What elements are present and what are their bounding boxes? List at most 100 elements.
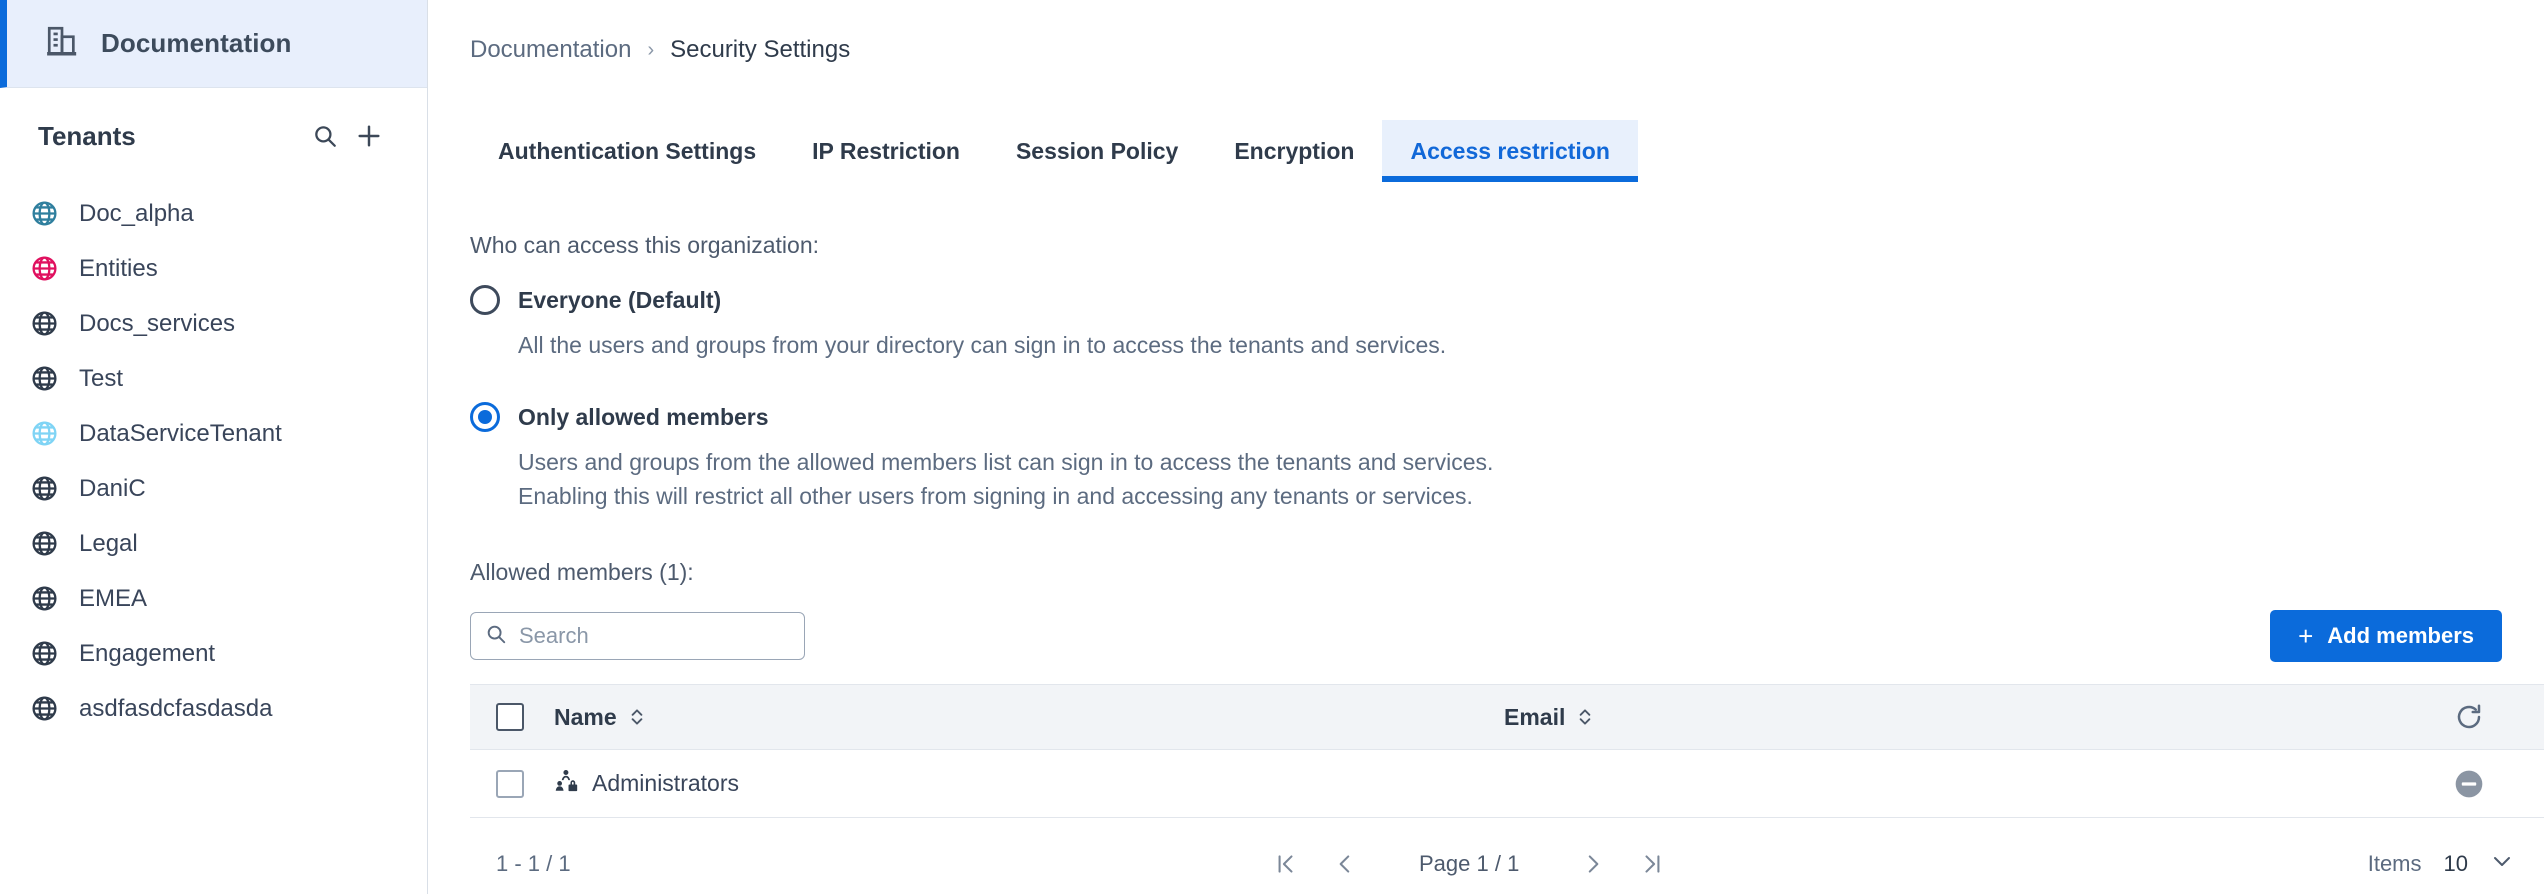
sidebar-item-legal[interactable]: Legal bbox=[0, 516, 427, 571]
sidebar-org-label: Documentation bbox=[101, 28, 292, 58]
sidebar-item-label: Docs_services bbox=[79, 309, 236, 337]
table-row[interactable]: Administrators bbox=[470, 750, 2544, 819]
tenants-section-header: Tenants bbox=[0, 88, 427, 184]
remove-member-button[interactable] bbox=[2424, 768, 2514, 800]
globe-icon bbox=[30, 364, 59, 393]
sidebar-item-label: DataServiceTenant bbox=[79, 419, 282, 447]
plus-icon[interactable] bbox=[347, 114, 391, 158]
breadcrumb: Documentation › Security Settings bbox=[428, 0, 2544, 64]
search-icon bbox=[485, 623, 507, 650]
tenants-label: Tenants bbox=[38, 120, 136, 151]
globe-icon bbox=[30, 694, 59, 723]
column-name-label: Name bbox=[554, 703, 617, 730]
tab-ip-restriction[interactable]: IP Restriction bbox=[784, 120, 988, 182]
refresh-icon bbox=[2454, 702, 2484, 732]
add-members-label: Add members bbox=[2327, 623, 2474, 649]
tab-access-restriction[interactable]: Access restriction bbox=[1382, 120, 1639, 182]
radio-only-allowed-label: Only allowed members bbox=[518, 403, 769, 430]
table-header-row: Name Email bbox=[470, 684, 2544, 751]
radio-everyone-description: All the users and groups from your direc… bbox=[518, 332, 1447, 358]
group-lock-icon bbox=[554, 768, 580, 800]
plus-icon: + bbox=[2298, 621, 2314, 652]
chevron-down-icon[interactable] bbox=[2490, 849, 2514, 879]
tab-encryption[interactable]: Encryption bbox=[1206, 120, 1382, 182]
globe-icon bbox=[30, 639, 59, 668]
table-pagination-footer: 1 - 1 / 1 Page 1 / 1 Items 10 bbox=[470, 818, 2544, 894]
remove-circle-icon bbox=[2453, 768, 2485, 800]
tab-authentication-settings[interactable]: Authentication Settings bbox=[470, 120, 784, 182]
access-restriction-panel: Who can access this organization: Everyo… bbox=[428, 232, 2544, 894]
globe-icon bbox=[30, 199, 59, 228]
main-content: Documentation › Security Settings Authen… bbox=[428, 0, 2544, 894]
sort-toggle-icon[interactable] bbox=[1577, 706, 1593, 728]
sidebar-item-entities[interactable]: Entities bbox=[0, 241, 427, 296]
radio-everyone-default[interactable]: Everyone (Default) bbox=[470, 285, 2544, 315]
globe-icon bbox=[30, 584, 59, 613]
radio-only-allowed-members[interactable]: Only allowed members bbox=[470, 402, 2544, 433]
app-root: Documentation Tenants Doc_alpha Entities… bbox=[0, 0, 2544, 894]
sidebar-item-label: EMEA bbox=[79, 584, 148, 612]
items-per-page-label: Items bbox=[2367, 851, 2422, 877]
organization-building-icon bbox=[45, 24, 79, 63]
sidebar-item-label: asdfasdcfasdasda bbox=[79, 694, 273, 722]
sidebar-item-emea[interactable]: EMEA bbox=[0, 571, 427, 626]
row-name-label: Administrators bbox=[592, 770, 739, 797]
globe-icon bbox=[30, 254, 59, 283]
first-page-icon[interactable] bbox=[1274, 851, 1296, 877]
sidebar-item-label: Legal bbox=[79, 529, 138, 557]
sidebar-item-label: DaniC bbox=[79, 474, 146, 502]
pagination-range: 1 - 1 / 1 bbox=[496, 851, 571, 877]
pagination-controls: Page 1 / 1 bbox=[571, 851, 2368, 877]
sidebar-org-header[interactable]: Documentation bbox=[0, 0, 427, 88]
sidebar-item-asdfasdcfasdasda[interactable]: asdfasdcfasdasda bbox=[0, 681, 427, 736]
select-all-checkbox[interactable] bbox=[496, 703, 524, 732]
sidebar-item-label: Test bbox=[79, 364, 124, 392]
column-header-name[interactable]: Name bbox=[524, 704, 1504, 731]
sidebar: Documentation Tenants Doc_alpha Entities… bbox=[0, 0, 428, 894]
last-page-icon[interactable] bbox=[1642, 851, 1664, 877]
tab-session-policy[interactable]: Session Policy bbox=[988, 120, 1206, 182]
sidebar-item-engagement[interactable]: Engagement bbox=[0, 626, 427, 681]
radio-checked-icon[interactable] bbox=[470, 402, 500, 433]
globe-icon bbox=[30, 474, 59, 503]
access-question-label: Who can access this organization: bbox=[470, 232, 820, 258]
globe-icon bbox=[30, 309, 59, 338]
breadcrumb-current: Security Settings bbox=[670, 36, 851, 63]
globe-icon bbox=[30, 529, 59, 558]
sidebar-item-danic[interactable]: DaniC bbox=[0, 461, 427, 516]
row-name-cell: Administrators bbox=[524, 768, 1504, 800]
globe-icon bbox=[30, 419, 59, 448]
tenant-list: Doc_alpha Entities Docs_services Test Da… bbox=[0, 184, 427, 736]
search-input[interactable] bbox=[519, 623, 790, 650]
radio-everyone-label: Everyone (Default) bbox=[518, 286, 722, 313]
sidebar-item-label: Engagement bbox=[79, 639, 216, 667]
allowed-members-table: Name Email Administrators 1 - 1 / 1 Page… bbox=[470, 684, 2544, 894]
add-members-button[interactable]: + Add members bbox=[2270, 610, 2502, 663]
column-email-label: Email bbox=[1504, 703, 1566, 730]
radio-only-allowed-description: Users and groups from the allowed member… bbox=[518, 449, 1494, 509]
access-radio-group: Everyone (Default) All the users and gro… bbox=[470, 285, 2544, 513]
previous-page-icon[interactable] bbox=[1336, 851, 1354, 877]
next-page-icon[interactable] bbox=[1584, 851, 1602, 877]
sidebar-item-test[interactable]: Test bbox=[0, 351, 427, 406]
settings-tabs: Authentication Settings IP Restriction S… bbox=[470, 120, 2544, 182]
members-toolbar: + Add members bbox=[470, 610, 2544, 663]
sort-toggle-icon[interactable] bbox=[629, 706, 645, 728]
chevron-right-icon: › bbox=[647, 38, 655, 61]
breadcrumb-root[interactable]: Documentation bbox=[470, 36, 631, 64]
column-header-email[interactable]: Email bbox=[1504, 704, 2424, 731]
row-select-checkbox[interactable] bbox=[496, 769, 524, 798]
sidebar-item-label: Entities bbox=[79, 254, 158, 282]
search-members-box[interactable] bbox=[470, 612, 805, 661]
sidebar-item-docs-services[interactable]: Docs_services bbox=[0, 296, 427, 351]
page-indicator: Page 1 / 1 bbox=[1419, 851, 1520, 877]
allowed-members-heading: Allowed members (1): bbox=[470, 559, 694, 586]
items-per-page-selector[interactable]: Items 10 bbox=[2368, 849, 2514, 879]
sidebar-item-doc-alpha[interactable]: Doc_alpha bbox=[0, 186, 427, 241]
search-icon[interactable] bbox=[303, 114, 347, 158]
refresh-table-button[interactable] bbox=[2424, 702, 2514, 732]
sidebar-item-label: Doc_alpha bbox=[79, 199, 194, 227]
radio-unchecked-icon[interactable] bbox=[470, 285, 500, 315]
sidebar-item-dataservicetenant[interactable]: DataServiceTenant bbox=[0, 406, 427, 461]
items-per-page-value: 10 bbox=[2443, 851, 2468, 877]
